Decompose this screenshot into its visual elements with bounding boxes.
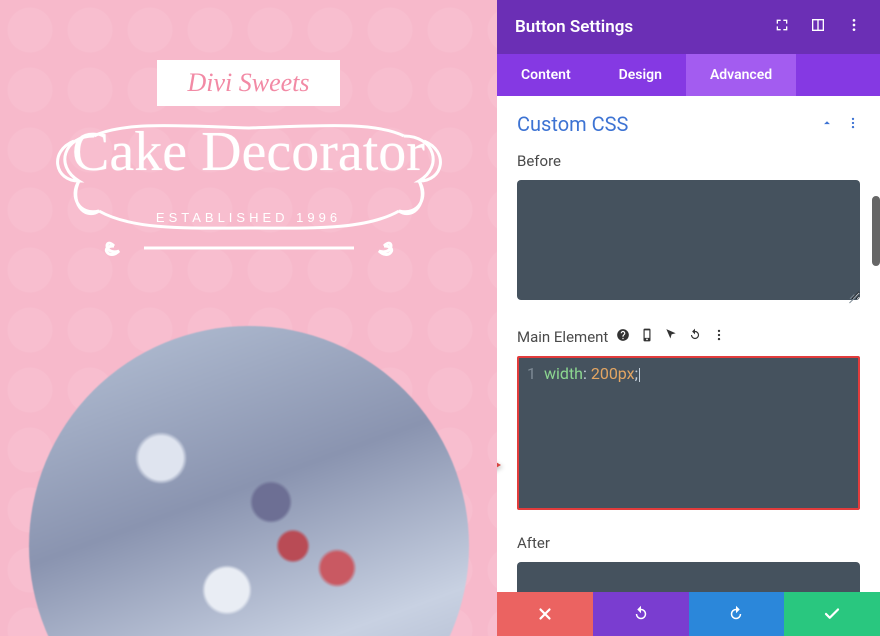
main-element-css-input[interactable]: 1 width: 200px; [517, 356, 860, 510]
before-label: Before [517, 152, 860, 170]
panel-layout-icon[interactable] [810, 17, 826, 37]
reset-icon[interactable] [688, 328, 702, 346]
panel-body: Custom CSS Before Main Element [497, 96, 880, 592]
help-icon[interactable] [616, 328, 630, 346]
before-css-input[interactable] [517, 180, 860, 300]
line-number: 1 [527, 364, 536, 383]
tab-advanced[interactable]: Advanced [686, 54, 796, 96]
section-title[interactable]: Custom CSS [517, 112, 628, 136]
panel-title: Button Settings [515, 17, 633, 37]
css-property: width [544, 364, 583, 383]
phone-icon[interactable] [640, 328, 654, 346]
page-preview: Divi Sweets Cake Decorator ESTABLISHED 1… [0, 0, 497, 636]
tabs: Content Design Advanced [497, 54, 880, 96]
undo-button[interactable] [593, 592, 689, 636]
hover-cursor-icon[interactable] [664, 328, 678, 346]
panel-header: Button Settings [497, 0, 880, 54]
collapse-icon[interactable] [820, 115, 834, 134]
redo-button[interactable] [689, 592, 785, 636]
resize-handle-icon[interactable] [846, 290, 858, 302]
tab-design[interactable]: Design [595, 54, 686, 96]
hero-title: Cake Decorator [0, 120, 497, 184]
expand-icon[interactable] [774, 17, 790, 37]
after-label: After [517, 534, 860, 552]
ornament-frame: Cake Decorator ESTABLISHED 1996 [0, 96, 497, 300]
css-value: 200px [591, 364, 635, 383]
established-text: ESTABLISHED 1996 [0, 210, 497, 225]
text-cursor [639, 368, 640, 382]
scrollbar[interactable] [872, 196, 880, 266]
more-icon[interactable] [846, 17, 862, 37]
after-css-input[interactable] [517, 562, 860, 592]
save-button[interactable] [784, 592, 880, 636]
tab-content[interactable]: Content [497, 54, 595, 96]
field-more-icon[interactable] [712, 328, 726, 346]
main-element-label: Main Element [517, 328, 608, 346]
settings-panel: Button Settings Content Design Advanced … [497, 0, 880, 636]
cancel-button[interactable] [497, 592, 593, 636]
panel-footer [497, 592, 880, 636]
section-more-icon[interactable] [846, 115, 860, 134]
annotation-callout: 1 [497, 448, 501, 482]
